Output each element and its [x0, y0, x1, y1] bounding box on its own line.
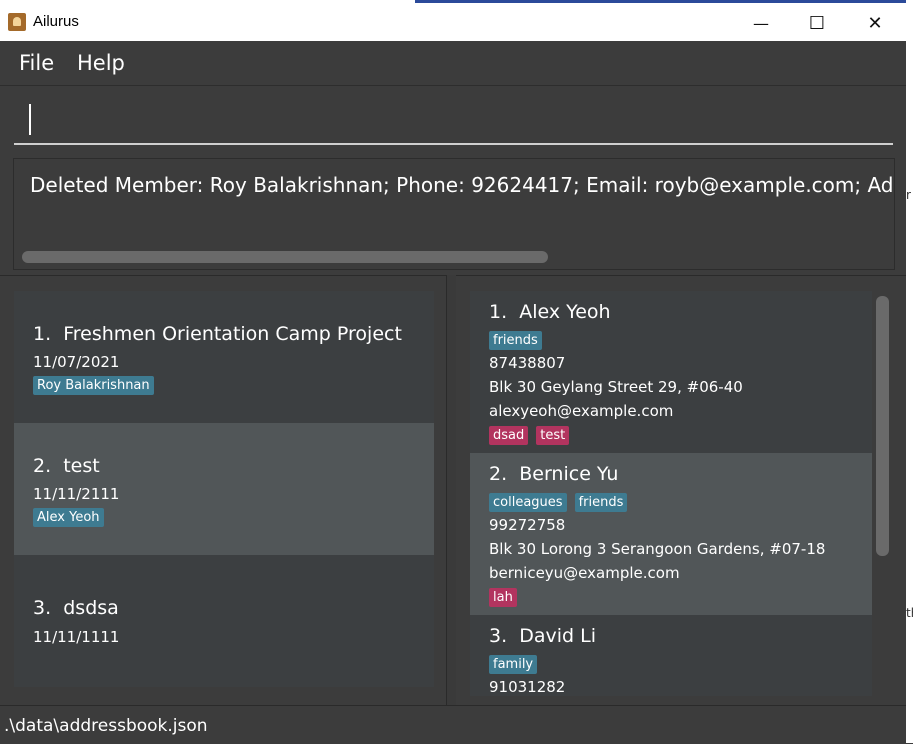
- event-date: 11/07/2021: [33, 353, 120, 371]
- menu-help[interactable]: Help: [77, 51, 125, 75]
- app-icon: [8, 13, 26, 31]
- member-tag: Roy Balakrishnan: [33, 376, 154, 395]
- member-phone: 91031282: [489, 678, 566, 696]
- result-display[interactable]: Deleted Member: Roy Balakrishnan; Phone:…: [13, 158, 895, 270]
- event-date: 11/11/2111: [33, 485, 120, 503]
- tag: friends: [489, 331, 542, 350]
- desktop-fragment-th: th: [906, 606, 913, 620]
- desktop-right-strip: [906, 0, 913, 743]
- task-tag: test: [536, 426, 570, 445]
- member-tags: friends: [489, 329, 550, 350]
- result-text: Deleted Member: Roy Balakrishnan; Phone:…: [30, 173, 894, 197]
- list-item[interactable]: 3. David Li family 91031282: [470, 615, 872, 696]
- member-list: 1. Alex Yeoh friends 87438807 Blk 30 Gey…: [470, 291, 872, 696]
- app-window: Ailurus — ☐ ✕ File Help Deleted Member: …: [0, 5, 906, 744]
- desktop-blue-strip: [415, 0, 913, 3]
- minimize-button[interactable]: —: [732, 5, 790, 41]
- list-item[interactable]: 1. Alex Yeoh friends 87438807 Blk 30 Gey…: [470, 291, 872, 453]
- member-email: berniceyu@example.com: [489, 564, 680, 582]
- maximize-button[interactable]: ☐: [788, 5, 846, 41]
- member-name: 1. Alex Yeoh: [489, 301, 611, 323]
- member-tasks: dsad test: [489, 424, 577, 445]
- event-members: Roy Balakrishnan: [33, 374, 162, 395]
- member-address: Blk 30 Geylang Street 29, #06-40: [489, 378, 743, 396]
- member-tasks: lah: [489, 586, 525, 607]
- status-bar: .\data\addressbook.json: [0, 705, 906, 744]
- task-tag: dsad: [489, 426, 529, 445]
- tag: colleagues: [489, 493, 567, 512]
- member-tags: colleagues friends: [489, 491, 635, 512]
- list-item[interactable]: 2. Bernice Yu colleagues friends 99272758…: [470, 453, 872, 615]
- close-icon: ✕: [867, 12, 883, 34]
- event-title: 1. Freshmen Orientation Camp Project: [33, 323, 402, 345]
- member-address: Blk 30 Lorong 3 Serangoon Gardens, #07-1…: [489, 540, 826, 558]
- save-location: .\data\addressbook.json: [4, 716, 208, 736]
- member-phone: 87438807: [489, 354, 566, 372]
- member-name: 3. David Li: [489, 625, 596, 647]
- window-title: Ailurus: [33, 13, 79, 30]
- member-name: 2. Bernice Yu: [489, 463, 619, 485]
- member-tags: family: [489, 653, 545, 674]
- list-item[interactable]: 1. Freshmen Orientation Camp Project 11/…: [14, 291, 434, 423]
- text-caret: [29, 104, 31, 135]
- maximize-icon: ☐: [808, 12, 826, 34]
- menu-file[interactable]: File: [19, 51, 54, 75]
- close-button[interactable]: ✕: [846, 5, 904, 41]
- event-list-panel: 1. Freshmen Orientation Camp Project 11/…: [0, 275, 446, 706]
- result-horizontal-scrollbar[interactable]: [22, 251, 548, 263]
- member-list-panel: 1. Alex Yeoh friends 87438807 Blk 30 Gey…: [456, 275, 906, 706]
- member-tag: Alex Yeoh: [33, 508, 104, 527]
- tag: friends: [574, 493, 628, 512]
- member-phone: 99272758: [489, 516, 566, 534]
- task-tag: lah: [489, 588, 517, 607]
- tag: family: [489, 655, 538, 674]
- command-box: [0, 86, 906, 156]
- member-scrollbar-thumb[interactable]: [876, 296, 889, 556]
- menu-bar: File Help: [0, 41, 906, 86]
- title-bar: Ailurus — ☐ ✕: [0, 5, 906, 41]
- event-date: 11/11/1111: [33, 628, 120, 646]
- minimize-icon: —: [753, 13, 769, 33]
- event-title: 3. dsdsa: [33, 597, 119, 619]
- event-title: 2. test: [33, 455, 100, 477]
- list-item[interactable]: 3. dsdsa 11/11/1111: [14, 555, 434, 687]
- member-email: alexyeoh@example.com: [489, 402, 674, 420]
- list-item[interactable]: 2. test 11/11/2111 Alex Yeoh: [14, 423, 434, 555]
- event-members: Alex Yeoh: [33, 506, 112, 527]
- desktop-fragment-r: r: [906, 188, 911, 202]
- event-list: 1. Freshmen Orientation Camp Project 11/…: [14, 291, 434, 687]
- command-input[interactable]: [14, 96, 893, 145]
